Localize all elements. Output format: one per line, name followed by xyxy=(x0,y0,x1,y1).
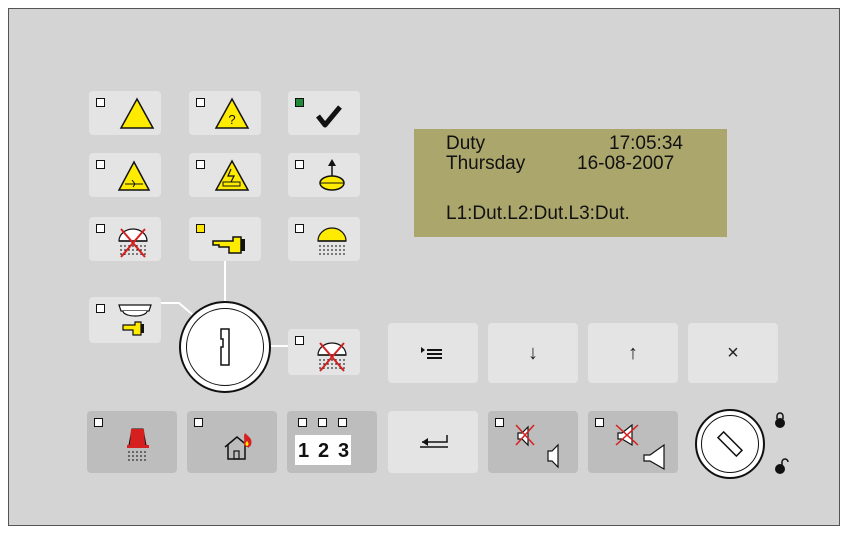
back-button[interactable] xyxy=(388,411,478,473)
zone-3-label: 3 xyxy=(338,440,350,462)
sounder-muted-icon xyxy=(615,423,665,471)
alarm-beacon-icon xyxy=(127,428,149,461)
lcd-date: 16-08-2007 xyxy=(577,153,675,174)
fire-brigade-button[interactable] xyxy=(187,411,277,473)
speaker-muted-icon xyxy=(515,424,559,469)
close-icon: × xyxy=(727,341,739,364)
house-fire-icon xyxy=(224,433,252,460)
lock-key-switch[interactable] xyxy=(695,409,765,479)
locked-icon xyxy=(775,412,785,428)
zone-1-label: 1 xyxy=(298,440,310,462)
zone-3-led xyxy=(338,418,347,427)
cancel-button[interactable]: × xyxy=(688,323,778,383)
menu-arrow-icon xyxy=(421,347,442,359)
silence-buzzer-button[interactable] xyxy=(488,411,578,473)
unlocked-icon xyxy=(775,458,789,474)
zone-2-led xyxy=(318,418,327,427)
zone-2-label: 2 xyxy=(318,440,330,462)
zone-1-led xyxy=(298,418,307,427)
fire-control-panel: ? Duty 17:05:34 Thursday 16-08-2007 L1:D… xyxy=(8,8,840,526)
down-arrow-icon: ↓ xyxy=(528,341,538,364)
lcd-line-status: L1:Dut.L2:Dut.L3:Dut. xyxy=(446,203,630,224)
silence-sounders-button[interactable] xyxy=(588,411,678,473)
key-slot-icon xyxy=(220,328,230,366)
return-arrow-icon xyxy=(420,435,448,448)
lcd-day: Thursday xyxy=(446,153,526,174)
lcd-display: Duty 17:05:34 Thursday 16-08-2007 L1:Dut… xyxy=(414,129,727,237)
sprinkler-off-icon xyxy=(317,342,347,372)
access-key-switch[interactable] xyxy=(179,301,271,393)
smoke-detector-hand-icon xyxy=(118,304,152,336)
up-arrow-icon: ↑ xyxy=(628,341,638,364)
lcd-time: 17:05:34 xyxy=(609,133,683,154)
menu-button[interactable] xyxy=(388,323,478,383)
sprinkler-off-button[interactable] xyxy=(288,329,360,375)
down-button[interactable]: ↓ xyxy=(488,323,578,383)
up-button[interactable]: ↑ xyxy=(588,323,678,383)
alarm-button[interactable] xyxy=(87,411,177,473)
zone-select-button[interactable]: 1 2 3 xyxy=(287,411,377,473)
lcd-mode: Duty xyxy=(446,133,486,154)
key-slot-icon xyxy=(716,430,744,458)
detector-manual-button[interactable] xyxy=(89,297,161,343)
